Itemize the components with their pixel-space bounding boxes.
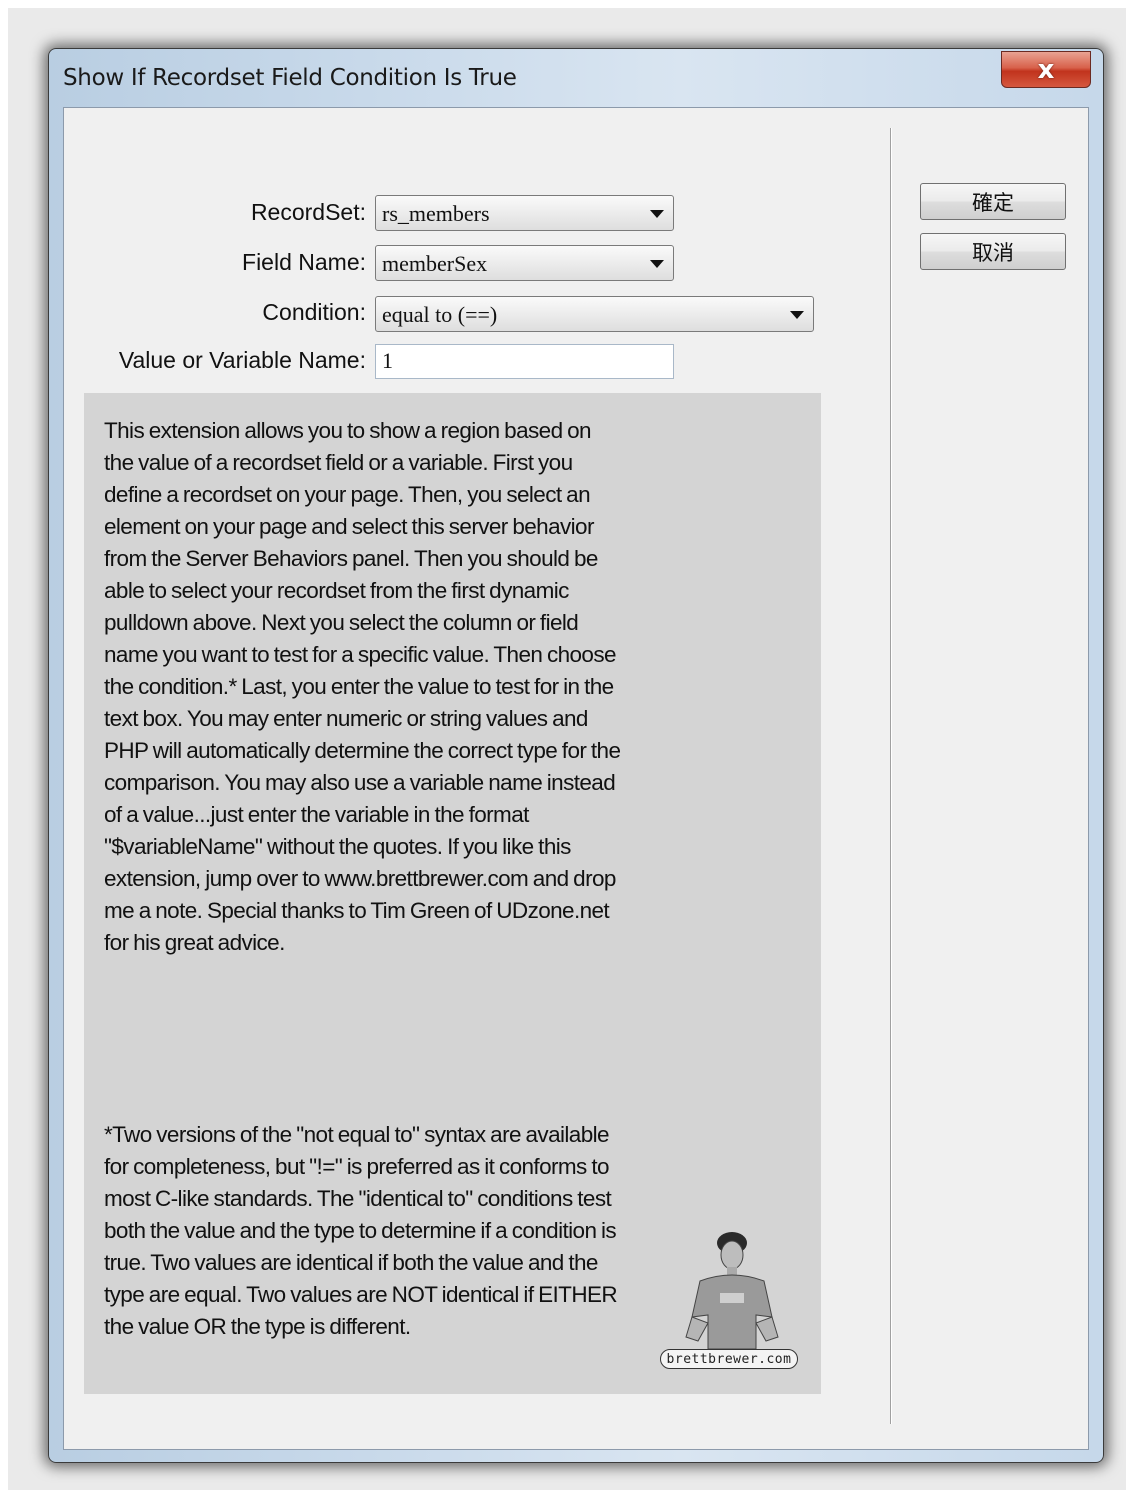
recordset-value: rs_members <box>382 201 490 226</box>
field-name-label: Field Name: <box>242 249 366 275</box>
vertical-divider <box>890 128 892 1424</box>
ok-button[interactable]: 確定 <box>920 183 1066 220</box>
description-panel: This extension allows you to show a regi… <box>84 393 821 1394</box>
dialog-body: RecordSet: rs_members Field Name: member… <box>63 107 1089 1450</box>
window-title: Show If Recordset Field Condition Is Tru… <box>63 65 517 91</box>
title-bar[interactable]: Show If Recordset Field Condition Is Tru… <box>49 49 1103 107</box>
condition-select[interactable]: equal to (==) <box>375 296 814 332</box>
dialog-window: Show If Recordset Field Condition Is Tru… <box>48 48 1104 1463</box>
person-figure-icon <box>685 1232 779 1350</box>
condition-label: Condition: <box>262 299 366 325</box>
brettbrewer-logo: brettbrewer.com <box>656 1231 802 1373</box>
condition-value: equal to (==) <box>382 302 498 327</box>
value-name-label: Value or Variable Name: <box>118 347 366 373</box>
value-name-input[interactable]: 1 <box>375 344 674 379</box>
chevron-down-icon <box>650 260 664 268</box>
field-name-value: memberSex <box>382 251 488 276</box>
close-button[interactable]: x <box>1001 51 1091 88</box>
cancel-button[interactable]: 取消 <box>920 233 1066 270</box>
recordset-label: RecordSet: <box>250 199 366 225</box>
chevron-down-icon <box>650 210 664 218</box>
logo-text: brettbrewer.com <box>660 1349 798 1369</box>
value-name-value: 1 <box>382 348 393 373</box>
description-paragraph-2: *Two versions of the "not equal to" synt… <box>104 1122 618 1339</box>
chevron-down-icon <box>790 311 804 319</box>
close-icon: x <box>1037 54 1055 85</box>
description-paragraph-1: This extension allows you to show a regi… <box>104 418 621 955</box>
recordset-select[interactable]: rs_members <box>375 195 674 231</box>
field-name-select[interactable]: memberSex <box>375 245 674 281</box>
